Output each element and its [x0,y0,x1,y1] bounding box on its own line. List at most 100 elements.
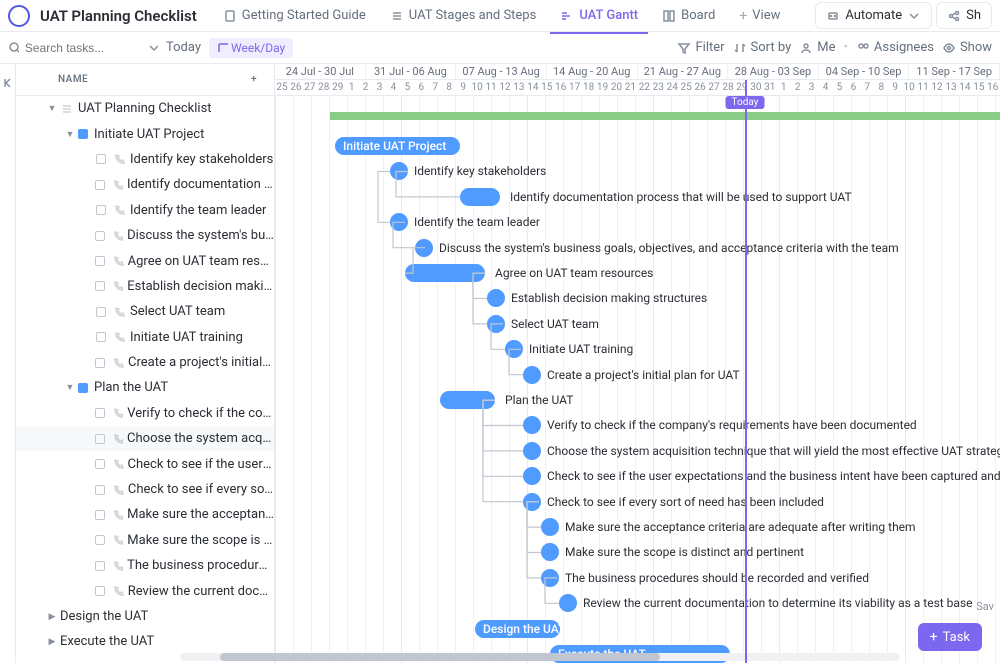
row-label: UAT Planning Checklist [78,101,212,116]
collapse-sidebar[interactable] [0,64,16,663]
gantt-bar[interactable]: Design the UAT [475,620,560,638]
status-box [95,358,105,368]
day-header: 13 [944,80,958,95]
phone-icon [111,279,124,293]
tree-row[interactable]: Establish decision making ... [16,274,274,299]
weekday-toggle[interactable]: Week/Day [209,38,293,58]
day-header: 7 [428,80,442,95]
gantt-bar[interactable] [523,467,541,485]
gantt-bar[interactable] [390,162,408,180]
tree-row[interactable]: Identify key stakeholders [16,147,274,172]
tree-row[interactable]: Make sure the scope is dis... [16,528,274,553]
tree-row[interactable]: ▼Initiate UAT Project [16,121,274,146]
phone-icon [112,305,126,319]
chevron-down-icon[interactable] [147,41,158,55]
gantt-row: Create a project's initial plan for UAT [275,362,1000,387]
tab-stages[interactable]: UAT Stages and Steps [380,3,547,28]
gantt-row: Review the current documentation to dete… [275,591,1000,616]
phone-icon [112,152,126,166]
tab-add-view[interactable]: + View [729,3,790,29]
new-task-button[interactable]: + Task [918,623,982,651]
status-box [95,231,105,241]
gantt-bar[interactable] [487,289,505,307]
tree-row[interactable]: Discuss the system's busin... [16,223,274,248]
status-box [95,535,105,545]
app-logo[interactable] [8,5,30,27]
horizontal-scrollbar[interactable] [180,653,900,661]
row-label: Verify to check if the comp... [127,406,274,421]
assignees-button[interactable]: Assignees [856,40,934,55]
day-header: 5 [400,80,414,95]
filter-button[interactable]: Filter [677,40,724,55]
sortby-button[interactable]: Sort by [733,40,792,55]
me-button[interactable]: Me [799,40,835,55]
gantt-bar[interactable] [405,264,485,282]
phone-icon [111,508,123,522]
gantt-bar[interactable] [523,416,541,434]
add-column-button[interactable]: + [246,72,262,88]
gantt-row: Select UAT team [275,311,1000,336]
tree-row[interactable]: Review the current docum... [16,578,274,603]
tree-row[interactable]: Select UAT team [16,299,274,324]
tree-row[interactable]: Create a project's initial pl... [16,350,274,375]
tree-row[interactable]: ▶Design the UAT [16,604,274,629]
phone-icon [111,457,124,471]
gantt-bar[interactable] [440,391,495,409]
gantt-bar[interactable] [487,315,505,333]
tree-row[interactable]: Check to see if the user ex... [16,451,274,476]
tab-board[interactable]: Board [652,3,725,28]
gantt-label: Agree on UAT team resources [495,266,653,280]
row-label: Review the current docum... [128,584,274,599]
phone-icon [111,559,123,573]
tab-gantt[interactable]: UAT Gantt [550,3,648,28]
row-label: Check to see if every sort ... [128,482,274,497]
day-header: 12 [498,80,512,95]
tree-row[interactable]: ▼ UAT Planning Checklist [16,96,274,121]
tree-row[interactable]: ▶Execute the UAT [16,629,274,654]
gantt-bar[interactable] [559,594,577,612]
day-header: 25 [679,80,693,95]
gantt-bar[interactable] [460,188,500,206]
today-button[interactable]: Today [166,40,201,55]
gantt-bar[interactable] [541,518,559,536]
day-header: 6 [414,80,428,95]
row-label: The business procedures s... [127,558,274,573]
gantt-bar[interactable] [523,442,541,460]
gantt-bar[interactable] [523,366,541,384]
day-header: 16 [986,80,1000,95]
row-label: Make sure the acceptance ... [127,507,274,522]
day-header: 3 [805,80,819,95]
caret-icon: ▼ [46,103,58,114]
tree-row[interactable]: Choose the system acquisi... [16,426,274,451]
tree-row[interactable]: The business procedures s... [16,553,274,578]
tree-row[interactable]: Initiate UAT training [16,325,274,350]
tree-row[interactable]: Make sure the acceptance ... [16,502,274,527]
row-label: Initiate UAT Project [94,127,204,142]
tree-row[interactable]: Check to see if every sort ... [16,477,274,502]
gantt-bar[interactable] [415,239,433,257]
gantt-bar[interactable] [390,213,408,231]
gantt-bar[interactable] [541,569,559,587]
gantt-bar[interactable]: Initiate UAT Project [335,137,460,155]
caret-icon: ▶ [46,612,58,622]
tab-getting-started[interactable]: Getting Started Guide [213,3,376,28]
filter-icon [677,41,691,55]
show-button[interactable]: Show [942,40,992,55]
tree-row[interactable]: Identify documentation pro... [16,172,274,197]
week-header: 21 Aug - 27 Aug [638,64,729,79]
gantt-label: Create a project's initial plan for UAT [547,368,740,382]
tree-row[interactable]: Agree on UAT team resour... [16,248,274,273]
gantt-label: Discuss the system's business goals, obj… [439,241,899,255]
search-input[interactable] [25,41,141,55]
tree-row[interactable]: Identify the team leader [16,198,274,223]
gantt-bar[interactable] [541,543,559,561]
automate-button[interactable]: Automate [815,2,932,29]
gantt-bar[interactable] [505,340,523,358]
gantt-bar[interactable] [330,112,1000,120]
tree-row[interactable]: ▼Plan the UAT [16,375,274,400]
day-header: 18 [582,80,596,95]
gantt-bar[interactable] [523,493,541,511]
status-dot [78,129,88,139]
tree-row[interactable]: Verify to check if the comp... [16,401,274,426]
share-button[interactable]: Sh [936,2,992,29]
